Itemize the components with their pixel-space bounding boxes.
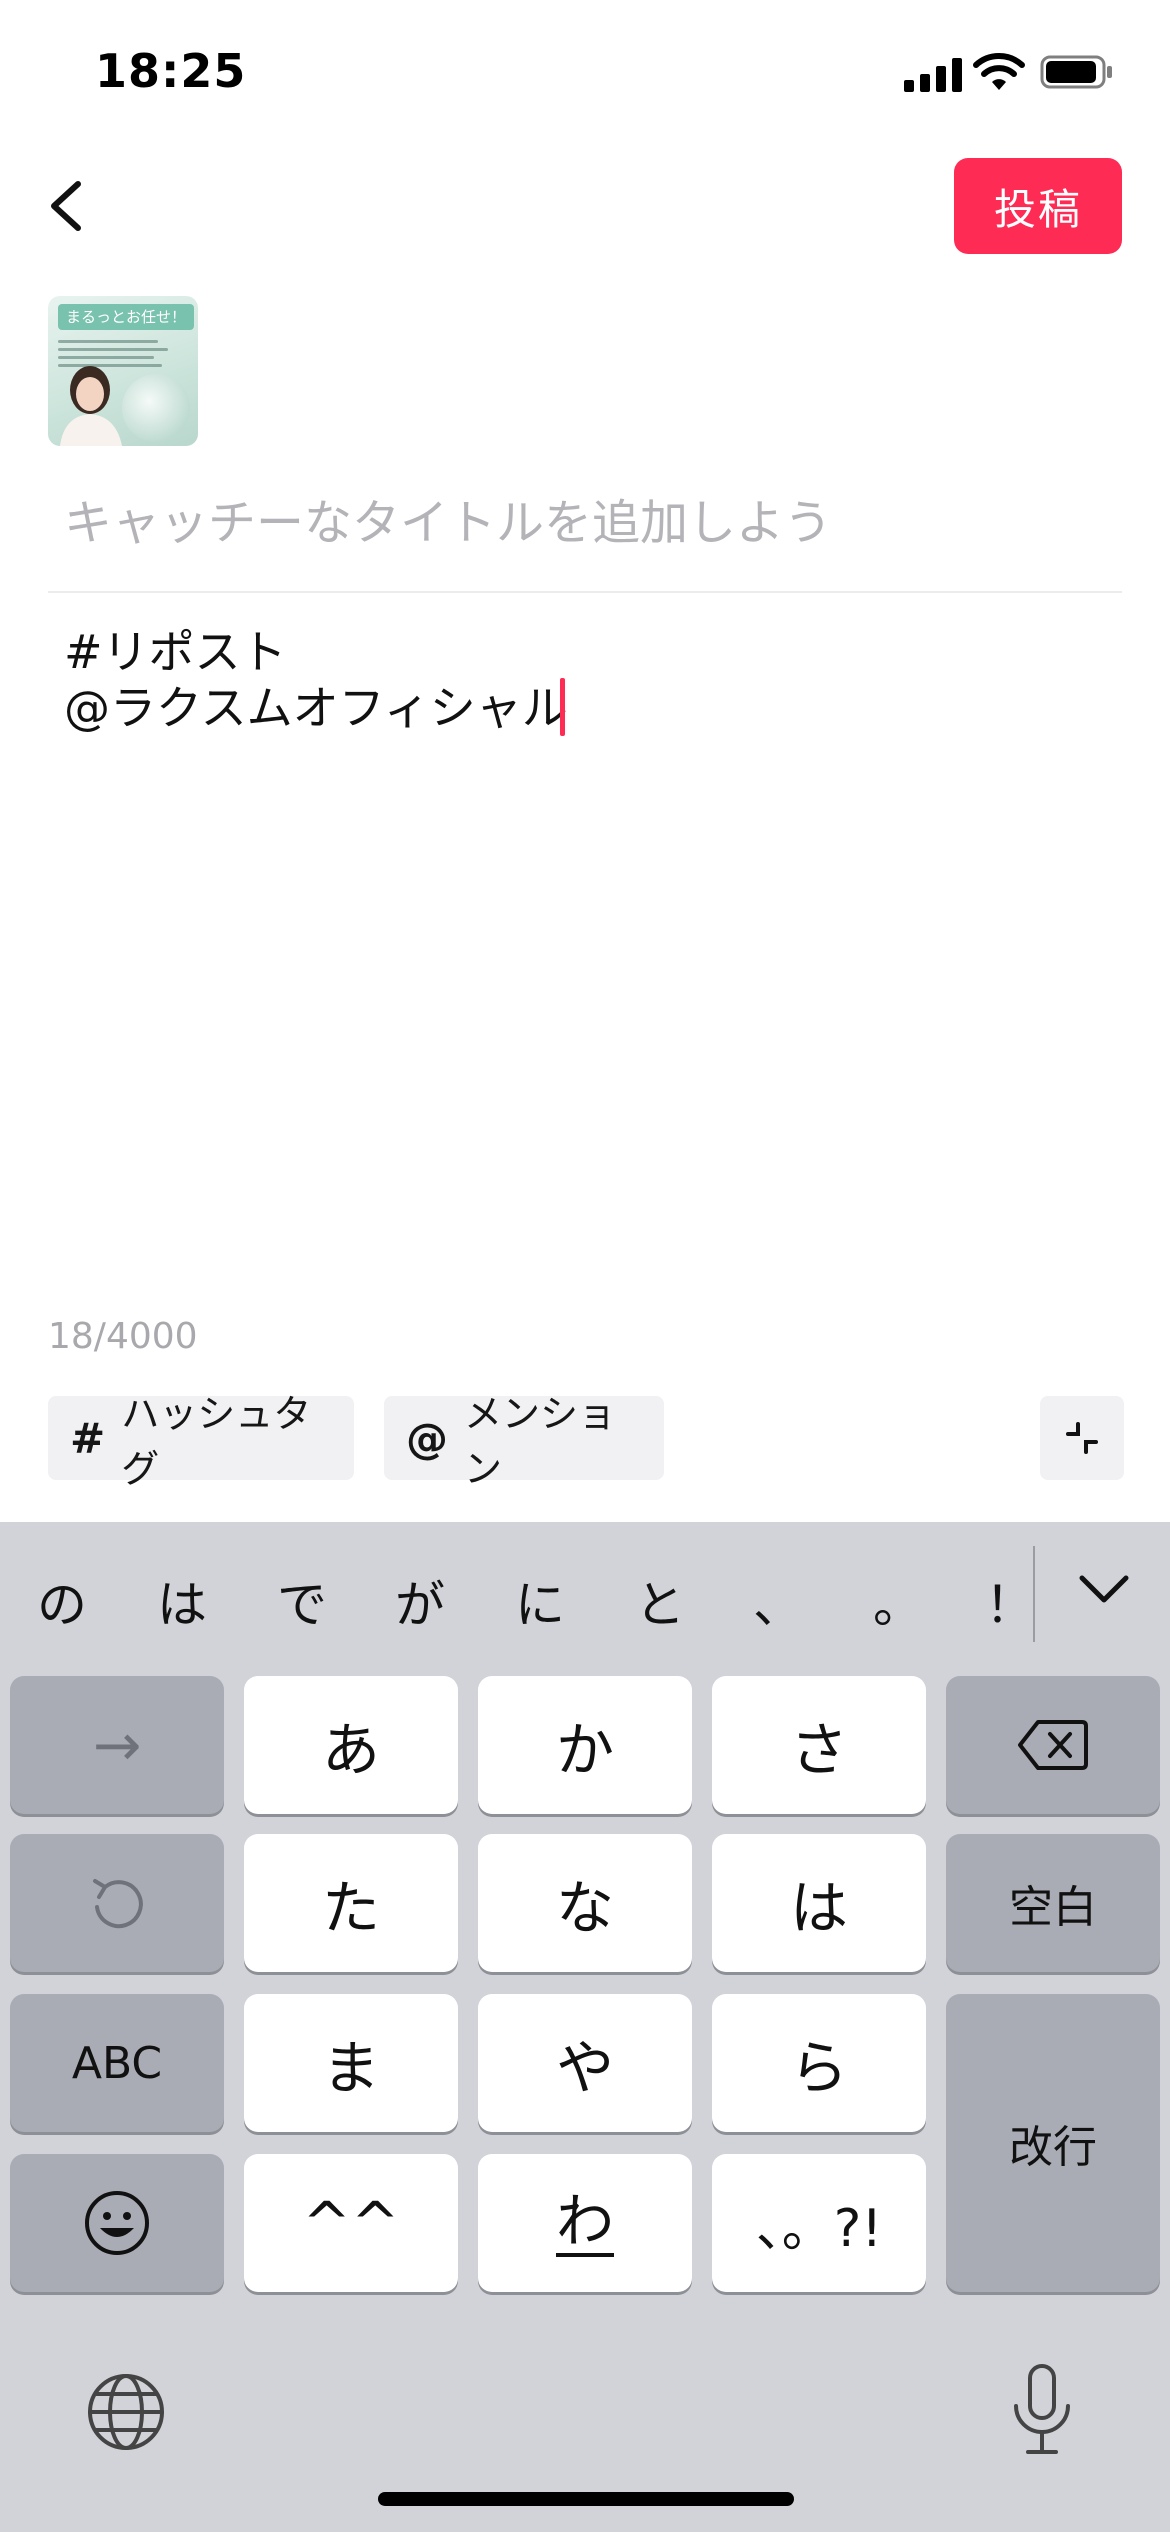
backspace-icon (1018, 1720, 1088, 1770)
emoji-icon (85, 2191, 149, 2255)
kaomoji-key[interactable]: ^^ (244, 2154, 458, 2292)
video-thumbnail[interactable]: まるっとお任せ！ (48, 296, 198, 446)
undo-icon (93, 1879, 143, 1929)
hashtag-icon: # (70, 1413, 106, 1463)
suggestion-divider (1033, 1546, 1035, 1642)
character-counter: 18/4000 (48, 1316, 198, 1357)
suggestion-to[interactable]: と (620, 1565, 700, 1637)
wifi-icon (973, 53, 1025, 90)
key-ta[interactable]: た (244, 1834, 458, 1972)
mention-icon: @ (406, 1413, 448, 1463)
signal-icon (904, 56, 962, 92)
thumbnail-graphic (122, 374, 190, 442)
microphone-icon[interactable] (1008, 2362, 1076, 2458)
next-candidate-key[interactable]: → (10, 1676, 224, 1814)
key-ka[interactable]: か (478, 1676, 692, 1814)
battery-icon (1040, 55, 1112, 89)
mention-label: メンション (464, 1392, 617, 1491)
key-ra[interactable]: ら (712, 1994, 926, 2132)
thumbnail-banner: まるっとお任せ！ (58, 304, 195, 330)
return-key[interactable]: 改行 (946, 1994, 1160, 2292)
suggestion-ha[interactable]: は (142, 1565, 222, 1637)
globe-icon[interactable] (84, 2370, 168, 2454)
home-indicator (378, 2492, 794, 2506)
suggestion-de[interactable]: で (262, 1565, 342, 1637)
key-wa-label: わ (555, 2187, 614, 2257)
person-image (60, 366, 122, 446)
punctuation-key[interactable]: 、。?! (712, 2154, 926, 2292)
chevron-down-icon[interactable] (1074, 1570, 1134, 1610)
text-cursor (560, 678, 565, 736)
hashtag-label: ハッシュタグ (121, 1392, 312, 1491)
key-sa[interactable]: さ (712, 1676, 926, 1814)
back-icon[interactable] (40, 176, 96, 236)
key-ha[interactable]: は (712, 1834, 926, 1972)
undo-key[interactable] (10, 1834, 224, 1972)
space-key[interactable]: 空白 (946, 1834, 1160, 1972)
suggestion-exclaim[interactable]: ！ (980, 1565, 1040, 1637)
key-ya[interactable]: や (478, 1994, 692, 2132)
collapse-icon (1066, 1422, 1098, 1454)
caption-text[interactable]: #リポスト @ラクスムオフィシャル (64, 624, 1114, 736)
emoji-key[interactable] (10, 2154, 224, 2292)
abc-key[interactable]: ABC (10, 1994, 224, 2132)
delete-key[interactable] (946, 1676, 1160, 1814)
key-ma[interactable]: ま (244, 1994, 458, 2132)
suggestion-period[interactable]: 。 (858, 1565, 938, 1637)
caption-line-mention: @ラクスムオフィシャル (64, 681, 568, 735)
title-input[interactable] (64, 490, 1114, 556)
key-a[interactable]: あ (244, 1676, 458, 1814)
post-button[interactable]: 投稿 (954, 158, 1122, 254)
status-time: 18:25 (95, 44, 247, 98)
suggestion-comma[interactable]: 、 (738, 1565, 818, 1637)
mention-button[interactable]: @ メンション (384, 1392, 664, 1491)
key-wa[interactable]: わ (478, 2154, 692, 2292)
key-na[interactable]: な (478, 1834, 692, 1972)
hashtag-button[interactable]: # ハッシュタグ (48, 1392, 354, 1491)
caption-line-hashtag: #リポスト (64, 625, 287, 679)
suggestion-no[interactable]: の (22, 1565, 102, 1637)
suggestion-ni[interactable]: に (500, 1565, 580, 1637)
suggestion-ga[interactable]: が (380, 1565, 460, 1637)
divider (48, 591, 1122, 593)
collapse-button[interactable] (1040, 1396, 1124, 1480)
